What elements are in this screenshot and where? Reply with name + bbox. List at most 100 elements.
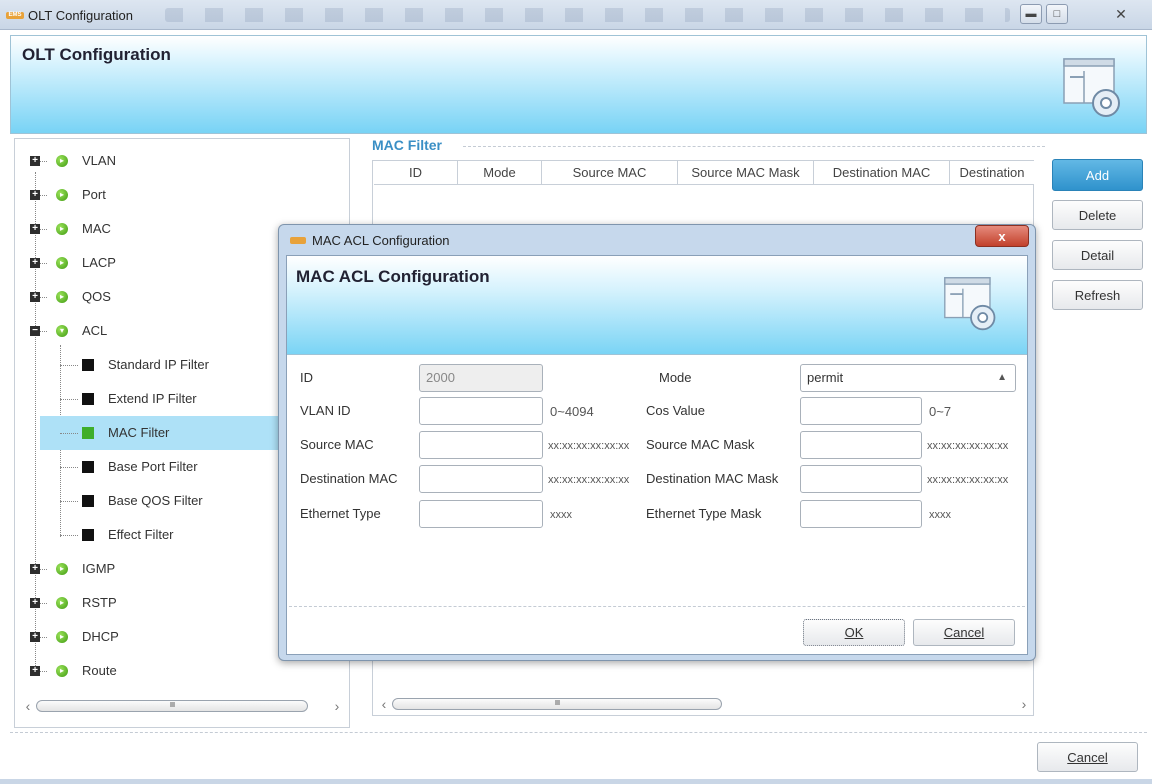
scroll-right-icon[interactable]: ›: [329, 698, 345, 714]
delete-button[interactable]: Delete: [1052, 200, 1143, 230]
ethernet-type-field[interactable]: [419, 500, 543, 528]
column-header-mode[interactable]: Mode: [458, 161, 542, 184]
dialog-header-title: MAC ACL Configuration: [296, 267, 490, 286]
node-arrow-icon: ▸: [56, 223, 68, 235]
refresh-button[interactable]: Refresh: [1052, 280, 1143, 310]
vlan-id-label: VLAN ID: [300, 403, 351, 418]
node-arrow-icon: ▸: [56, 189, 68, 201]
tree-horizontal-scrollbar[interactable]: ‹ IIIII ›: [20, 697, 345, 715]
tree-item-route[interactable]: + ▸ Route: [30, 660, 330, 682]
column-header-source-mac-mask[interactable]: Source MAC Mask: [678, 161, 814, 184]
dialog-cancel-button-label: Cancel: [943, 625, 985, 640]
id-field: 2000: [419, 364, 543, 392]
node-arrow-icon: ▸: [56, 597, 68, 609]
close-icon: ✕: [1115, 5, 1127, 22]
expand-plus-icon[interactable]: +: [30, 632, 40, 642]
mode-label: Mode: [659, 370, 692, 385]
source-mac-hint: xx:xx:xx:xx:xx:xx: [548, 440, 630, 452]
tree-item-label: MAC: [82, 221, 111, 236]
section-divider: [463, 146, 1045, 147]
column-header-source-mac[interactable]: Source MAC: [542, 161, 678, 184]
maximize-icon: □: [1053, 8, 1061, 20]
source-mac-mask-label: Source MAC Mask: [646, 437, 755, 452]
add-button[interactable]: Add: [1052, 159, 1143, 191]
node-arrow-icon: ▸: [56, 563, 68, 575]
ok-button[interactable]: OK: [803, 619, 905, 646]
ethernet-type-mask-field[interactable]: [800, 500, 922, 528]
tree-item-label: VLAN: [82, 153, 116, 168]
header-banner: [10, 35, 1147, 134]
tree-item-label: Route: [82, 663, 117, 678]
tree-item-vlan[interactable]: + ▸ VLAN: [30, 150, 330, 172]
mode-select-value: permit: [807, 370, 844, 385]
scroll-left-icon[interactable]: ‹: [20, 698, 36, 714]
ok-button-label: OK: [844, 625, 864, 640]
dialog-cancel-button[interactable]: Cancel: [913, 619, 1015, 646]
tree-item-label: IGMP: [82, 561, 116, 576]
ethernet-type-mask-hint: xxxx: [929, 509, 951, 521]
close-icon: x: [998, 228, 1006, 244]
column-header-id[interactable]: ID: [374, 161, 458, 184]
ethernet-type-label: Ethernet Type: [300, 506, 381, 521]
dialog-close-button[interactable]: x: [975, 225, 1029, 247]
node-expanded-icon: ▾: [56, 325, 68, 337]
window-title: OLT Configuration: [28, 8, 134, 23]
destination-mac-mask-field[interactable]: [800, 465, 922, 493]
filter-node-icon: [82, 495, 94, 507]
column-header-destination[interactable]: Destination: [950, 161, 1034, 184]
filter-node-icon: [82, 461, 94, 473]
filter-node-icon: [82, 529, 94, 541]
vlan-id-hint: 0~4094: [550, 404, 594, 419]
cancel-button[interactable]: Cancel: [1037, 742, 1138, 772]
node-arrow-icon: ▸: [56, 631, 68, 643]
tree-item-label: Effect Filter: [108, 527, 174, 542]
tree-item-label: MAC Filter: [108, 425, 170, 440]
detail-button[interactable]: Detail: [1052, 240, 1143, 270]
minimize-icon: ▬: [1025, 8, 1037, 20]
expand-plus-icon[interactable]: +: [30, 564, 40, 574]
tree-item-label: ACL: [82, 323, 108, 338]
source-mac-mask-field[interactable]: [800, 431, 922, 459]
scroll-right-icon[interactable]: ›: [1016, 696, 1032, 712]
app-logo: EMS: [6, 12, 24, 19]
tree-item-port[interactable]: + ▸ Port: [30, 184, 330, 206]
expand-plus-icon[interactable]: +: [30, 156, 40, 166]
table-header: ID Mode Source MAC Source MAC Mask Desti…: [374, 161, 1034, 185]
destination-mac-hint: xx:xx:xx:xx:xx:xx: [548, 474, 630, 486]
mode-select[interactable]: permit ▲: [800, 364, 1016, 392]
destination-mac-field[interactable]: [419, 465, 543, 493]
expand-plus-icon[interactable]: +: [30, 598, 40, 608]
table-horizontal-scrollbar[interactable]: ‹ IIIII ›: [376, 695, 1032, 713]
expand-plus-icon[interactable]: +: [30, 190, 40, 200]
expand-plus-icon[interactable]: +: [30, 224, 40, 234]
expand-plus-icon[interactable]: +: [30, 258, 40, 268]
minimize-button[interactable]: ▬: [1020, 4, 1042, 24]
column-header-destination-mac[interactable]: Destination MAC: [814, 161, 950, 184]
destination-mac-label: Destination MAC: [300, 471, 398, 486]
filter-node-selected-icon: [82, 427, 94, 439]
node-arrow-icon: ▸: [56, 665, 68, 677]
tree-item-label: Base QOS Filter: [108, 493, 203, 508]
dialog-title: MAC ACL Configuration: [312, 233, 450, 248]
node-arrow-icon: ▸: [56, 291, 68, 303]
ethernet-type-mask-label: Ethernet Type Mask: [646, 506, 762, 521]
filter-node-icon: [82, 359, 94, 371]
scroll-left-icon[interactable]: ‹: [376, 696, 392, 712]
section-title: MAC Filter: [372, 137, 442, 153]
cancel-button-label: Cancel: [1067, 749, 1108, 765]
close-window-button[interactable]: ✕: [1100, 4, 1142, 24]
destination-mac-mask-hint: xx:xx:xx:xx:xx:xx: [927, 474, 1009, 486]
titlebar-toolbar-blur: [165, 8, 1010, 22]
scroll-thumb[interactable]: IIIII: [36, 700, 308, 712]
cos-value-field[interactable]: [800, 397, 922, 425]
destination-mac-mask-label: Destination MAC Mask: [646, 471, 779, 486]
maximize-button[interactable]: □: [1046, 4, 1068, 24]
vlan-id-field[interactable]: [419, 397, 543, 425]
expand-plus-icon[interactable]: +: [30, 666, 40, 676]
expand-plus-icon[interactable]: +: [30, 292, 40, 302]
source-mac-field[interactable]: [419, 431, 543, 459]
tree-item-label: Port: [82, 187, 106, 202]
scroll-thumb[interactable]: IIIII: [392, 698, 722, 710]
tree-item-mac-filter[interactable]: MAC Filter: [40, 416, 278, 450]
collapse-minus-icon[interactable]: −: [30, 326, 40, 336]
